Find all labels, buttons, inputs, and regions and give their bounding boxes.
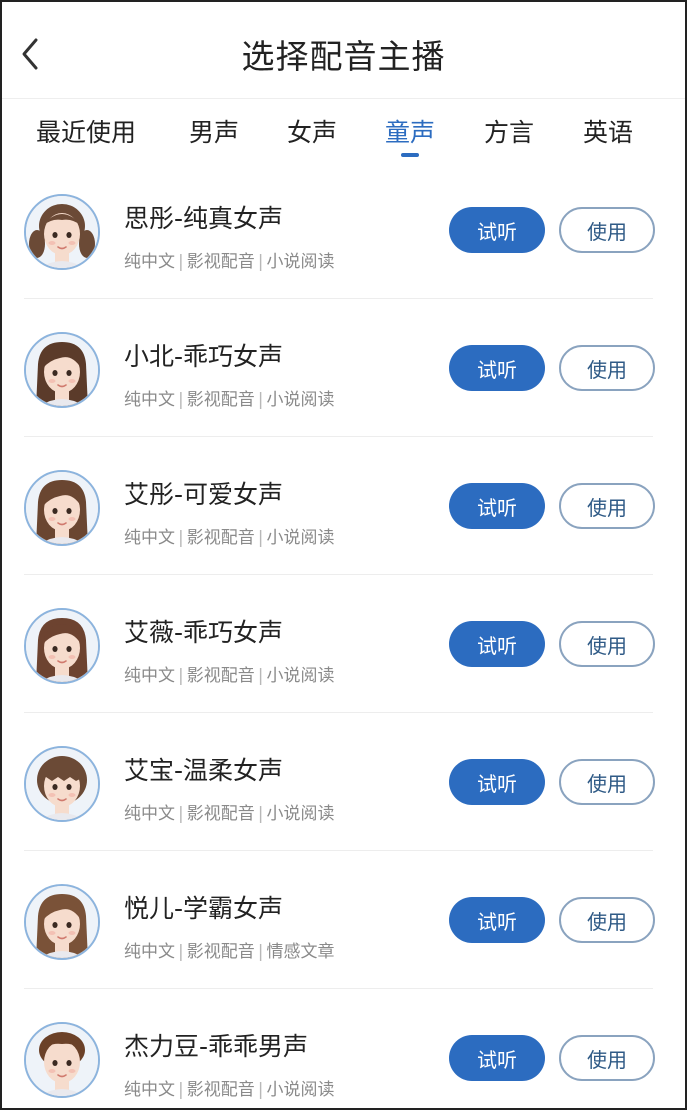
tag-divider: | (257, 390, 264, 410)
voice-tag: 纯中文 (124, 804, 175, 824)
voice-tag: 小说阅读 (266, 804, 335, 824)
listen-button[interactable]: 试听 (449, 621, 545, 667)
voice-tag: 影视配音 (186, 1080, 255, 1100)
voice-avatar (24, 194, 100, 270)
voice-list: 思彤-纯真女声 纯中文 | 影视配音 | 小说阅读 试听 使用 小北-乖巧女声 纯中文 |… (2, 161, 685, 1108)
listen-button[interactable]: 试听 (449, 1035, 545, 1081)
voice-avatar (24, 470, 100, 546)
use-button[interactable]: 使用 (559, 1035, 655, 1081)
tag-divider: | (257, 528, 264, 548)
voice-name: 思彤-纯真女声 (124, 204, 284, 233)
tag-divider: | (257, 1080, 264, 1100)
voice-tag: 纯中文 (124, 252, 175, 272)
voice-tag: 小说阅读 (266, 528, 335, 548)
voice-tag: 纯中文 (124, 666, 175, 686)
tag-divider: | (178, 942, 184, 962)
voice-name: 悦儿-学霸女声 (124, 894, 284, 923)
use-button[interactable]: 使用 (559, 345, 655, 391)
voice-tag: 情感文章 (266, 942, 335, 962)
tab-female[interactable]: 女声 (287, 113, 337, 149)
voice-tags: 纯中文 | 影视配音 | 小说阅读 (124, 1075, 334, 1100)
voice-name: 艾宝-温柔女声 (124, 756, 284, 785)
voice-name: 杰力豆-乖乖男声 (124, 1032, 309, 1061)
tag-divider: | (178, 1080, 184, 1100)
tab-child-label: 童声 (385, 118, 436, 147)
listen-button[interactable]: 试听 (449, 345, 545, 391)
voice-tags: 纯中文 | 影视配音 | 小说阅读 (124, 385, 334, 410)
listen-button[interactable]: 试听 (449, 897, 545, 943)
listen-button[interactable]: 试听 (449, 207, 545, 253)
tag-divider: | (257, 804, 264, 824)
tag-divider: | (257, 252, 264, 272)
voice-item: 艾宝-温柔女声 纯中文 | 影视配音 | 小说阅读 试听 使用 (2, 713, 685, 851)
use-button[interactable]: 使用 (559, 207, 655, 253)
voice-tag: 小说阅读 (266, 1080, 335, 1100)
voice-name: 艾彤-可爱女声 (124, 480, 284, 509)
tag-divider: | (178, 390, 184, 410)
voice-avatar (24, 1022, 100, 1098)
voice-tag: 影视配音 (186, 390, 255, 410)
tab-male[interactable]: 男声 (189, 113, 239, 149)
use-button[interactable]: 使用 (559, 621, 655, 667)
voice-name: 艾薇-乖巧女声 (124, 618, 284, 647)
voice-tag: 纯中文 (124, 1080, 175, 1100)
tag-divider: | (178, 804, 184, 824)
voice-tag: 小说阅读 (266, 252, 335, 272)
voice-tag: 小说阅读 (266, 390, 335, 410)
voice-item: 小北-乖巧女声 纯中文 | 影视配音 | 小说阅读 试听 使用 (2, 299, 685, 437)
category-tabs: 最近使用 男声 女声 童声 方言 英语 (2, 99, 685, 161)
voice-avatar (24, 884, 100, 960)
voice-tags: 纯中文 | 影视配音 | 小说阅读 (124, 247, 334, 272)
voice-avatar (24, 746, 100, 822)
voice-tag: 纯中文 (124, 390, 175, 410)
voice-item: 艾彤-可爱女声 纯中文 | 影视配音 | 小说阅读 试听 使用 (2, 437, 685, 575)
voice-tags: 纯中文 | 影视配音 | 情感文章 (124, 937, 334, 962)
app-frame: 选择配音主播 最近使用 男声 女声 童声 方言 英语 思彤-纯真女声 纯中文| (0, 0, 687, 1110)
tag-divider: | (178, 528, 184, 548)
voice-tags: 纯中文 | 影视配音 | 小说阅读 (124, 799, 334, 824)
use-button[interactable]: 使用 (559, 483, 655, 529)
voice-tag: 纯中文 (124, 528, 175, 548)
use-button[interactable]: 使用 (559, 759, 655, 805)
tag-divider: | (178, 252, 184, 272)
page-title: 选择配音主播 (241, 37, 446, 76)
listen-button[interactable]: 试听 (449, 483, 545, 529)
tag-divider: | (178, 666, 184, 686)
voice-avatar (24, 608, 100, 684)
tab-recent[interactable]: 最近使用 (36, 113, 136, 149)
voice-tags: 纯中文 | 影视配音 | 小说阅读 (124, 523, 334, 548)
tag-divider: | (257, 942, 264, 962)
voice-tag: 小说阅读 (266, 666, 335, 686)
voice-avatar (24, 332, 100, 408)
use-button[interactable]: 使用 (559, 897, 655, 943)
voice-item: 杰力豆-乖乖男声 纯中文 | 影视配音 | 小说阅读 试听 使用 (2, 989, 685, 1108)
active-tab-indicator (401, 153, 419, 157)
voice-tag: 影视配音 (186, 804, 255, 824)
voice-tag: 影视配音 (186, 666, 255, 686)
voice-item: 思彤-纯真女声 纯中文 | 影视配音 | 小说阅读 试听 使用 (2, 161, 685, 299)
voice-item: 艾薇-乖巧女声 纯中文 | 影视配音 | 小说阅读 试听 使用 (2, 575, 685, 713)
voice-tags: 纯中文 | 影视配音 | 小说阅读 (124, 661, 334, 686)
tab-dialect[interactable]: 方言 (484, 113, 534, 149)
voice-tag: 影视配音 (186, 528, 255, 548)
voice-tag: 影视配音 (186, 252, 255, 272)
voice-tag: 影视配音 (186, 942, 255, 962)
listen-button[interactable]: 试听 (449, 759, 545, 805)
voice-tag: 纯中文 (124, 942, 175, 962)
voice-name: 小北-乖巧女声 (124, 342, 284, 371)
tab-child[interactable]: 童声 (385, 113, 436, 157)
tab-english[interactable]: 英语 (583, 113, 633, 149)
voice-item: 悦儿-学霸女声 纯中文 | 影视配音 | 情感文章 试听 使用 (2, 851, 685, 989)
tag-divider: | (257, 666, 264, 686)
top-bar: 选择配音主播 (2, 2, 685, 99)
